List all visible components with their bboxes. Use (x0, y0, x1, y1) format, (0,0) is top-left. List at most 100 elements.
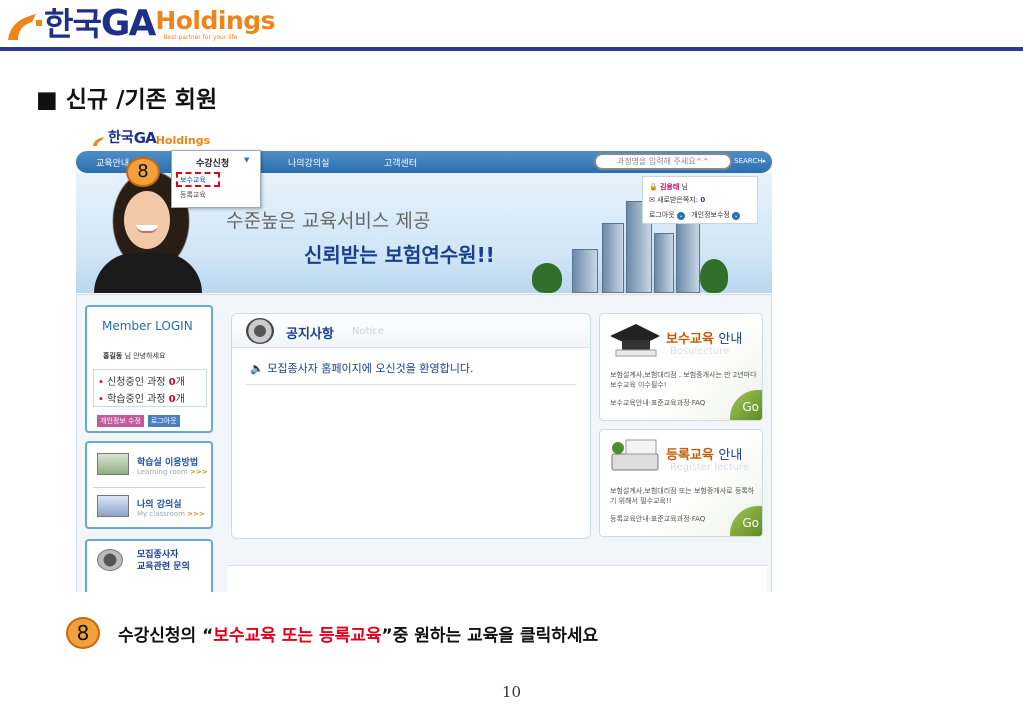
nav-item-customer-center[interactable]: 고객센터 (384, 156, 417, 169)
edit-profile-button[interactable]: 개인정보 수정 (97, 415, 144, 427)
logo-swoosh-icon (6, 6, 44, 42)
user-name: 김용태 (659, 183, 680, 191)
list-item[interactable]: • 학습중인 과정 0개 (98, 390, 185, 405)
card-title: 보수교육 안내 (666, 328, 742, 347)
row-count: 0 (168, 377, 176, 388)
notice-header: 공지사항 Notice (232, 314, 590, 348)
logout-button[interactable]: 로그아웃 (147, 415, 180, 427)
messages-line: ✉ 새로받은쪽지: 0 (649, 195, 705, 205)
header-rule (0, 47, 1023, 51)
inquiry-box[interactable]: 모집종사자 교육관련 문의 (85, 539, 213, 592)
go-button[interactable]: Go (730, 390, 762, 420)
keyboard-icon (611, 439, 659, 471)
site-logo-holdings: Holdings (155, 134, 211, 147)
messages-count: 0 (700, 196, 706, 204)
telephone-icon (97, 549, 123, 571)
member-login-box: Member LOGIN 홍길동 님 안녕하세요 • 신청중인 과정 0개 • … (85, 305, 213, 433)
bullet-icon: • (98, 394, 104, 405)
go-button[interactable]: Go (730, 506, 762, 536)
messages-label: 새로받은쪽지: (657, 196, 699, 204)
notice-board: 공지사항 Notice 🔈 모집종사자 홈페이지에 오신것을 환영합니다. (231, 313, 591, 539)
instruction-caption: 수강신청의 “보수교육 또는 등록교육”중 원하는 교육을 클릭하세요 (118, 621, 598, 646)
login-user-line: 홍길동 님 안녕하세요 (103, 351, 165, 361)
logo-tagline: Best partner for your life (163, 34, 238, 41)
edit-info-link[interactable]: 개인정보수정 ⌄ (691, 211, 741, 220)
site-logo-ga: GA (133, 129, 157, 147)
banner-headline: 수준높은 교육서비스 제공 (226, 210, 431, 232)
notice-title-en: Notice (352, 326, 384, 337)
logout-label: 로그아웃 (649, 211, 675, 219)
bullet-icon: • (98, 377, 104, 388)
search-button-label: SEARCH (734, 157, 763, 165)
divider (246, 384, 576, 385)
chevron-down-icon: ⌄ (677, 212, 685, 220)
my-classroom-arrows: >>> (187, 510, 205, 518)
card-description: 보험설계사,보험대리점 또는 보험중개사로 등록하기 위해서 필수교육!! (610, 487, 755, 505)
notice-item[interactable]: 🔈 모집종사자 홈페이지에 오신것을 환영합니다. (250, 360, 473, 376)
continuing-education-card[interactable]: 보수교육 안내 Bosulecture 보험설계사,보험대리점 , 보험중개사는… (599, 313, 763, 421)
logout-link[interactable]: 로그아웃 ⌄ (649, 211, 685, 220)
site-logo-swoosh-icon (93, 137, 104, 146)
slide-page: 한국 GA Holdings Best partner for your lif… (0, 0, 1023, 708)
caption-highlight: 보수교육 또는 등록교육 (213, 626, 382, 646)
notice-item-text: 모집종사자 홈페이지에 오신것을 환영합니다. (267, 362, 474, 375)
card-title-suffix: 안내 (718, 448, 743, 463)
card-title-en: Bosulecture (670, 346, 730, 357)
slide-header: 한국 GA Holdings Best partner for your lif… (0, 0, 1023, 56)
row-label: 학습중인 과정 (107, 394, 166, 405)
course-registration-dropdown[interactable]: 수강신청 ▼ 보수교육 등록교육 (171, 150, 261, 208)
company-logo: 한국 GA Holdings Best partner for your lif… (6, 5, 276, 43)
card-title-main: 보수교육 (666, 332, 714, 347)
dropdown-item-registration-education[interactable]: 등록교육 (180, 190, 206, 200)
banner-model-face (124, 191, 170, 249)
course-count-list: • 신청중인 과정 0개 • 학습중인 과정 0개 (93, 369, 207, 407)
learning-links-box: 학습실 이용방법 Learning room >>> 나의 강의실 My cla… (85, 441, 213, 529)
notice-title[interactable]: 공지사항 (286, 323, 334, 342)
nav-item-education[interactable]: 교육안내 (96, 156, 129, 169)
list-item[interactable]: • 신청중인 과정 0개 (98, 373, 185, 388)
dropdown-item-continuing-education[interactable]: 보수교육 (180, 175, 206, 185)
login-title: Member LOGIN (102, 319, 193, 333)
speaker-icon: 🔈 (250, 362, 264, 375)
row-unit: 개 (175, 394, 185, 405)
registration-education-card[interactable]: 등록교육 안내 Register lecture 보험설계사,보험대리점 또는 … (599, 429, 763, 537)
learning-room-sub-text: Learning room (137, 468, 188, 476)
row-count: 0 (168, 394, 176, 405)
page-number: 10 (501, 683, 522, 701)
nav-item-my-classroom[interactable]: 나의강의실 (288, 156, 329, 169)
caption-suffix: ”중 원하는 교육을 클릭하세요 (381, 626, 599, 646)
camera-icon (246, 318, 274, 344)
card-links[interactable]: 보수교육안내·표준교육과정·FAQ (610, 398, 705, 408)
learning-room-link[interactable]: 학습실 이용방법 (137, 455, 198, 468)
user-name-line: 🔒 김용태 님 (649, 182, 688, 192)
my-classroom-sub-text: My classroom (137, 510, 185, 518)
logo-korean-text: 한국 (44, 5, 102, 43)
step-badge: 8 (126, 157, 160, 187)
search-button[interactable]: SEARCH▸ (734, 157, 766, 165)
site-logo-korean: 한국 (108, 130, 134, 146)
divider (93, 487, 205, 488)
logo-holdings-text: Holdings (155, 6, 276, 35)
site-logo[interactable]: 한국 GA Holdings (92, 127, 210, 147)
classroom-board-icon (97, 453, 129, 475)
banner-subheadline: 신뢰받는 보험연수원!! (304, 243, 495, 267)
content-area: Member LOGIN 홍길동 님 안녕하세요 • 신청중인 과정 0개 • … (76, 294, 772, 592)
caret-down-icon: ▼ (244, 156, 250, 164)
learning-room-sub: Learning room >>> (137, 468, 208, 476)
bottom-banner-strip (227, 565, 767, 592)
user-name-suffix: 님 (681, 183, 688, 191)
user-status-box: 🔒 김용태 님 ✉ 새로받은쪽지: 0 로그아웃 ⌄ 개인정보수정 ⌄ (642, 176, 758, 224)
my-classroom-link[interactable]: 나의 강의실 (137, 497, 182, 510)
card-title-suffix: 안내 (718, 332, 743, 347)
search-input[interactable]: 과정명을 입력해 주세요^^ (594, 153, 732, 170)
chevron-down-icon: ⌄ (732, 212, 741, 220)
card-links[interactable]: 등록교육안내·표준교육과정·FAQ (610, 514, 705, 524)
inquiry-title-line2: 교육관련 문의 (137, 562, 190, 572)
user-actions-line: 로그아웃 ⌄ 개인정보수정 ⌄ (649, 210, 741, 220)
lock-icon: 🔒 (649, 183, 658, 191)
card-title-en: Register lecture (670, 462, 750, 473)
login-greeting: 님 안녕하세요 (124, 352, 166, 360)
graduation-cap-icon (610, 324, 660, 357)
computer-icon (97, 495, 129, 517)
card-description: 보험설계사,보험대리점 , 보험중개사는 만 2년마다 보수교육 이수필수! (610, 371, 757, 389)
